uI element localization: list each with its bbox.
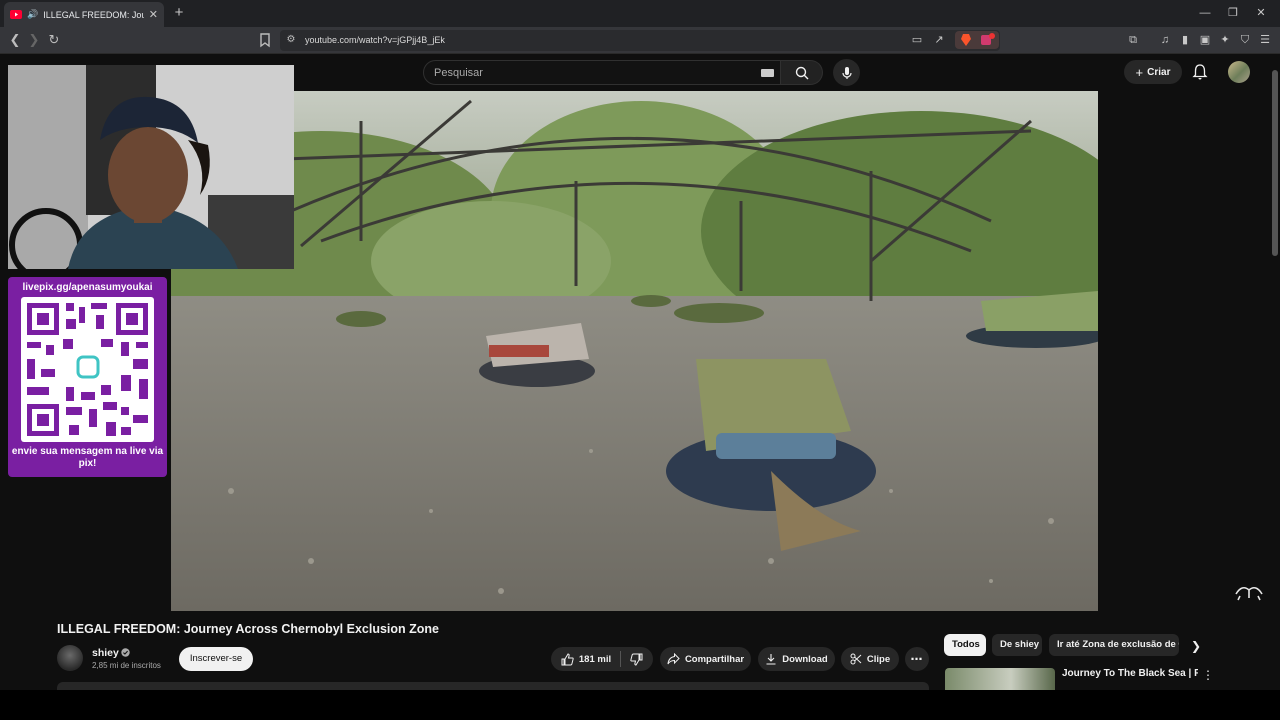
share-icon <box>667 653 680 665</box>
search-button[interactable] <box>781 60 823 85</box>
tab-title: ILLEGAL FREEDOM: Journey A <box>43 9 144 20</box>
share-label: Compartilhar <box>684 653 745 665</box>
qr-code-image <box>27 303 148 436</box>
video-player[interactable] <box>171 91 1098 611</box>
search-input[interactable] <box>434 65 734 81</box>
forward-icon[interactable]: ❯ <box>24 30 44 50</box>
video-frame-bumper-cars <box>171 91 1098 611</box>
qr-code <box>21 297 154 442</box>
like-button[interactable]: 181 mil <box>561 652 612 666</box>
create-button[interactable]: + Criar <box>1124 60 1182 84</box>
qr-url-text: livepix.gg/apenasumyoukai <box>22 282 153 293</box>
thumbs-up-icon <box>561 652 574 665</box>
ai-icon[interactable]: ✦ <box>1216 32 1234 49</box>
new-tab-button[interactable]: + <box>170 4 188 22</box>
minimize-icon[interactable]: — <box>1192 4 1218 22</box>
extension-badges[interactable] <box>955 31 999 49</box>
video-title: ILLEGAL FREEDOM: Journey Across Chernoby… <box>57 622 440 636</box>
tab-close-icon[interactable]: ✕ <box>149 8 158 21</box>
download-label: Download <box>782 653 828 665</box>
share-page-icon[interactable]: ↗ <box>930 32 948 49</box>
description-box[interactable] <box>57 682 929 690</box>
wallet-icon[interactable]: ▣ <box>1196 32 1214 49</box>
window-close-icon[interactable]: ✕ <box>1248 4 1274 22</box>
like-separator <box>620 651 622 667</box>
like-count: 181 mil <box>578 653 612 665</box>
shield-icon[interactable]: ⛉ <box>1236 32 1254 49</box>
cast-icon[interactable]: ▭ <box>908 32 926 49</box>
notifications-bell-icon[interactable] <box>1191 63 1209 81</box>
chip-all[interactable]: Todos <box>944 634 986 656</box>
clip-label: Clipe <box>866 653 891 665</box>
back-icon[interactable]: ❮ <box>5 30 25 50</box>
webcam-overlay <box>8 65 294 269</box>
download-button[interactable]: Download <box>758 647 835 671</box>
verified-icon <box>121 648 130 657</box>
share-button[interactable]: Compartilhar <box>660 647 751 671</box>
youtube-favicon-icon <box>10 10 22 19</box>
screenshot-icon[interactable]: ⧉ <box>1124 32 1142 49</box>
bookmark-icon[interactable] <box>255 30 275 50</box>
chevron-right-icon[interactable]: ❯ <box>1188 638 1204 654</box>
recommended-title[interactable]: Journey To The Black Sea | Part 1 <box>1062 668 1198 679</box>
restore-icon[interactable]: ❐ <box>1220 4 1246 22</box>
reload-icon[interactable]: ↻ <box>44 30 64 50</box>
channel-name[interactable]: shiey <box>92 647 119 659</box>
keyboard-icon[interactable] <box>761 69 774 77</box>
more-actions-button[interactable]: ⋯ <box>905 647 929 671</box>
sidebar-icon[interactable]: ▮ <box>1176 32 1194 49</box>
watermark-logo-icon <box>1232 580 1266 602</box>
site-settings-icon[interactable]: ⚙ <box>281 30 301 50</box>
plus-icon: + <box>1135 64 1144 80</box>
thumbs-down-icon <box>630 653 643 666</box>
search-icon <box>795 66 808 79</box>
download-icon <box>766 654 776 665</box>
create-label: Criar <box>1147 66 1171 78</box>
chip-related-topic[interactable]: Ir até Zona de exclusão de Chernobyl <box>1049 634 1179 656</box>
menu-icon[interactable]: ☰ <box>1256 32 1274 49</box>
user-avatar[interactable] <box>1228 61 1250 83</box>
scrollbar-thumb[interactable] <box>1272 70 1278 256</box>
taskbar-area <box>0 690 1280 720</box>
music-icon[interactable]: ♫ <box>1156 32 1174 49</box>
subscribe-button[interactable]: Inscrever-se <box>179 647 253 671</box>
qr-message-text: envie sua mensagem na live via pix! <box>11 446 164 469</box>
dislike-button[interactable] <box>630 653 643 666</box>
recommended-thumbnail[interactable] <box>945 668 1055 690</box>
microphone-icon <box>841 66 852 79</box>
more-horizontal-icon: ⋯ <box>910 652 924 666</box>
clip-button[interactable]: Clipe <box>841 647 899 671</box>
search-box[interactable] <box>423 60 781 85</box>
kebab-menu-icon[interactable]: ⋮ <box>1202 668 1214 682</box>
channel-avatar[interactable] <box>57 645 83 671</box>
like-dislike-group: 181 mil <box>551 647 653 671</box>
browser-tab-bar <box>0 0 1280 27</box>
webcam-streamer-image <box>8 65 294 269</box>
url-text[interactable]: youtube.com/watch?v=jGPjj4B_jEk <box>305 35 445 45</box>
browser-tab-youtube[interactable]: 🔊 ILLEGAL FREEDOM: Journey A ✕ <box>4 2 164 27</box>
speaker-icon[interactable]: 🔊 <box>27 9 38 20</box>
donation-qr-card: livepix.gg/apenasumyoukai envie sua mens… <box>8 277 167 477</box>
voice-search-button[interactable] <box>833 59 860 86</box>
subscriber-count: 2,85 mi de inscritos <box>92 661 161 670</box>
scissors-icon <box>850 653 862 665</box>
chip-from-channel[interactable]: De shiey <box>992 634 1042 656</box>
